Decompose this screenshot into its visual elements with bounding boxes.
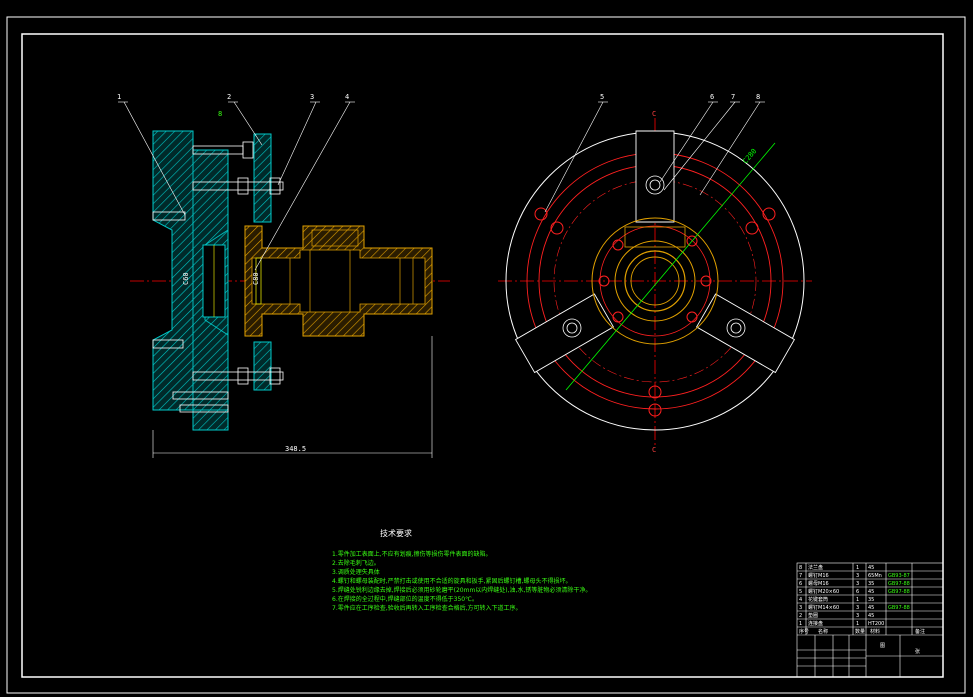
sheet-label: 张 xyxy=(915,648,920,655)
bom-cell-name: 螺钉M14×60 xyxy=(808,604,839,611)
tech-req-line-1: 1.零件加工表面上,不应有划痕,擦伤等损伤零件表面的缺陷。 xyxy=(332,550,492,558)
tech-req-title: 技术要求 xyxy=(380,528,412,538)
front-view: C280 C C 5 6 7 8 xyxy=(498,93,812,454)
bom-cell-qty: 1 xyxy=(856,621,859,627)
bom-cell-qty: 1 xyxy=(856,597,859,603)
bom-cell-std: GB97-88 xyxy=(888,581,910,587)
bom-cell-name: 法兰盘 xyxy=(808,564,823,571)
bom-cell-no: 2 xyxy=(799,613,802,619)
bom-header-note: 备注 xyxy=(915,628,925,635)
bom-header-mat: 材料 xyxy=(870,628,880,635)
bom-header-no: 序号 xyxy=(799,628,809,635)
washer-bottom xyxy=(253,341,272,391)
bom-cell-name: 垫圈 xyxy=(808,612,818,619)
section-view: C60 C80 348.5 1 2 3 4 8 xyxy=(117,93,450,458)
bom-cell-std: GB93-87 xyxy=(888,573,910,579)
tech-req-line-3: 3.调质处理失具体 xyxy=(332,568,380,576)
bom-rows: 8 法兰盘 1 457 螺钉M16 3 65Mn GB93-876 螺母M16 3 35 GB97-8… xyxy=(799,564,910,627)
bom-cell-no: 6 xyxy=(799,581,802,587)
callout-6: 6 xyxy=(710,93,714,101)
bom-cell-name: 螺钉M20×60 xyxy=(808,588,839,595)
tech-req-line-6: 6.在焊接的全过程中,焊缝部位的温度不得低于350℃。 xyxy=(332,595,478,603)
bom-cell-name: 螺钉M16 xyxy=(808,572,829,579)
bom-header-name: 名称 xyxy=(818,628,828,635)
washer-top xyxy=(253,133,272,223)
bom-cell-mat: 65Mn xyxy=(868,573,882,579)
bom-cell-mat: 45 xyxy=(868,613,874,619)
drawing-name: 图 xyxy=(880,643,885,649)
bom-cell-mat: 35 xyxy=(868,597,874,603)
bom-cell-name: 螺母M16 xyxy=(808,580,829,587)
cad-drawing: C60 C80 348.5 1 2 3 4 8 C280 C C 5 6 7 8… xyxy=(6,16,966,694)
bom-cell-qty: 3 xyxy=(856,573,859,579)
tech-req-line-4: 4.螺钉和螺母装配时,严禁打击或使用不合适的旋具和扳手,紧固后螺钉槽,螺母头不得… xyxy=(332,577,571,585)
diameter-dimension: C280 xyxy=(741,147,758,165)
bom-cell-no: 1 xyxy=(799,621,802,627)
tech-req-line-5: 5.焊缝处锐利边缘去掉,焊接后必须用砂轮磨平(20mm以内焊缝处),油,水,锈等… xyxy=(332,586,591,594)
bom-cell-qty: 3 xyxy=(856,605,859,611)
bom-cell-std: GB97-88 xyxy=(888,589,910,595)
bom-cell-qty: 6 xyxy=(856,589,859,595)
callout-8: 8 xyxy=(756,93,760,101)
bom-cell-qty: 3 xyxy=(856,581,859,587)
overall-width-dimension: 348.5 xyxy=(285,445,306,453)
tech-req-line-7: 7.零件应在工序检查,验收后再转入工序检查合格后,方可转入下道工序。 xyxy=(332,604,522,612)
bom-cell-mat: 45 xyxy=(868,565,874,571)
title-block-labels: 序号 名称 数量 材料 备注 图 张 xyxy=(799,628,925,655)
bom-cell-no: 4 xyxy=(799,597,802,603)
bom-cell-no: 7 xyxy=(799,573,802,579)
bom-cell-mat: HT200 xyxy=(868,621,884,627)
bom-cell-mat: 45 xyxy=(868,589,874,595)
dim-vertical-2: C80 xyxy=(252,272,260,285)
callout-4: 4 xyxy=(345,93,349,101)
bom-cell-mat: 35 xyxy=(868,581,874,587)
section-c-bottom: C xyxy=(652,446,656,454)
bom-cell-no: 8 xyxy=(799,565,802,571)
bom-cell-name: 连接盘 xyxy=(808,620,823,627)
bom-header-qty: 数量 xyxy=(855,628,865,635)
tech-req-line-2: 2.去除毛刺飞边。 xyxy=(332,559,380,567)
bom-cell-mat: 45 xyxy=(868,605,874,611)
side-mark: 8 xyxy=(218,110,222,118)
callout-1: 1 xyxy=(117,93,121,101)
bom-cell-qty: 1 xyxy=(856,565,859,571)
bom-cell-no: 5 xyxy=(799,589,802,595)
bom-cell-no: 3 xyxy=(799,605,802,611)
callout-3: 3 xyxy=(310,93,314,101)
technical-requirements: 技术要求 1.零件加工表面上,不应有划痕,擦伤等损伤零件表面的缺陷。 2.去除毛… xyxy=(332,528,591,612)
dim-vertical-1: C60 xyxy=(182,272,190,285)
callout-5: 5 xyxy=(600,93,604,101)
bom-cell-qty: 3 xyxy=(856,613,859,619)
section-c-top: C xyxy=(652,110,656,118)
bom-cell-std: GB97-88 xyxy=(888,605,910,611)
callout-2: 2 xyxy=(227,93,231,101)
callout-7: 7 xyxy=(731,93,735,101)
bom-cell-name: 花键套筒 xyxy=(808,596,828,603)
